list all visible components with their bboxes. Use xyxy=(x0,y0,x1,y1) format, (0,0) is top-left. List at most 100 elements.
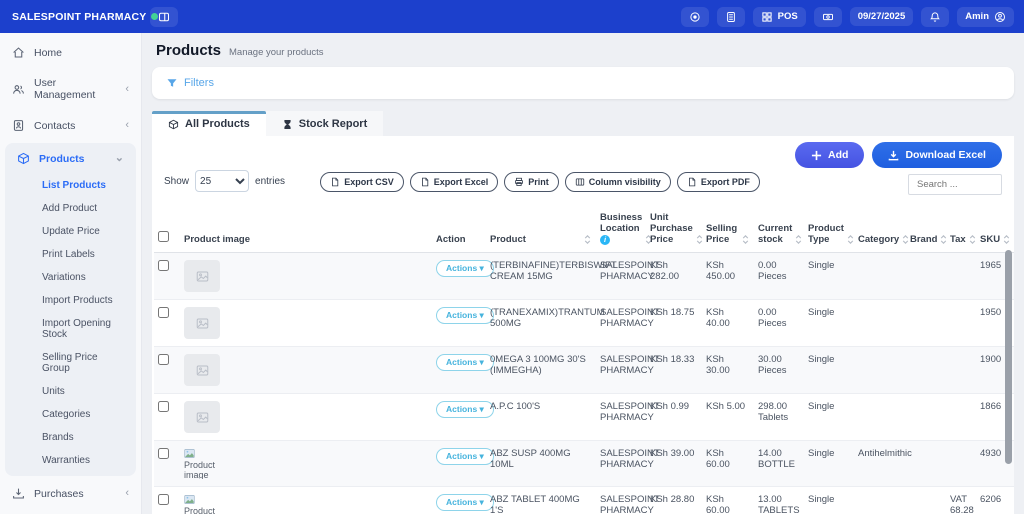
row-checkbox[interactable] xyxy=(158,354,169,365)
table-controls: Show 25 entries Export CSVExport ExcelPr… xyxy=(152,136,1014,208)
cell-business-location: SALESPOINT PHARMACY xyxy=(596,394,646,441)
info-icon[interactable]: i xyxy=(600,235,610,245)
tab-all-products[interactable]: All Products xyxy=(152,111,266,136)
image-icon xyxy=(196,364,209,377)
column-header-product[interactable]: Product xyxy=(486,208,596,253)
select-all-checkbox[interactable] xyxy=(158,231,169,242)
notifications-button[interactable] xyxy=(921,7,949,27)
cash-register-button[interactable] xyxy=(814,7,842,27)
column-header-action: Action xyxy=(432,208,486,253)
sidebar-subitem-import-opening-stock[interactable]: Import Opening Stock xyxy=(5,312,136,346)
sort-icon[interactable] xyxy=(794,234,803,245)
cell-unit-purchase-price: KSh 39.00 xyxy=(646,441,702,487)
sidebar-subitem-categories[interactable]: Categories xyxy=(5,403,136,426)
column-header-selling-price[interactable]: Selling Price xyxy=(702,208,754,253)
target-button[interactable] xyxy=(681,7,709,27)
table-row: ProductimageActions ▾ABZ TABLET 400MG 1'… xyxy=(154,487,1014,514)
tab-stock-report[interactable]: Stock Report xyxy=(266,111,383,136)
row-checkbox[interactable] xyxy=(158,401,169,412)
pos-button[interactable]: POS xyxy=(753,7,806,27)
export-excel-button[interactable]: Export Excel xyxy=(410,172,499,192)
user-menu-button[interactable]: Amin xyxy=(957,7,1014,27)
add-button[interactable]: Add xyxy=(795,142,864,168)
sidebar-subitem-warranties[interactable]: Warranties xyxy=(5,449,136,472)
home-icon xyxy=(12,46,25,59)
sort-icon[interactable] xyxy=(583,234,592,245)
row-actions-button[interactable]: Actions ▾ xyxy=(436,354,494,371)
date-display[interactable]: 09/27/2025 xyxy=(850,7,914,26)
column-header-business-location[interactable]: Business Location i xyxy=(596,208,646,253)
chevron-left-icon: ‹ xyxy=(125,84,129,95)
cell-product: ABZ TABLET 400MG 1'S xyxy=(486,487,596,514)
column-visibility-button[interactable]: Column visibility xyxy=(565,172,671,192)
column-header-brand[interactable]: Brand xyxy=(906,208,946,253)
row-actions-button[interactable]: Actions ▾ xyxy=(436,260,494,277)
sort-icon[interactable] xyxy=(695,234,704,245)
sidebar-item-label: Products xyxy=(39,153,85,165)
sidebar-subitem-variations[interactable]: Variations xyxy=(5,266,136,289)
sort-icon[interactable] xyxy=(846,234,855,245)
sidebar-subitem-selling-price-group[interactable]: Selling Price Group xyxy=(5,346,136,380)
sidebar-toggle-button[interactable] xyxy=(150,7,178,27)
sort-icon[interactable] xyxy=(901,234,910,245)
sidebar-subitem-import-products[interactable]: Import Products xyxy=(5,289,136,312)
plus-icon xyxy=(811,150,822,161)
row-checkbox[interactable] xyxy=(158,307,169,318)
row-checkbox[interactable] xyxy=(158,494,169,505)
row-actions-button[interactable]: Actions ▾ xyxy=(436,307,494,324)
export-csv-button[interactable]: Export CSV xyxy=(320,172,404,192)
row-actions-button[interactable]: Actions ▾ xyxy=(436,494,494,511)
column-header-tax[interactable]: Tax xyxy=(946,208,976,253)
sidebar-item-sell[interactable]: Sell‹ xyxy=(0,509,141,514)
sort-icon[interactable] xyxy=(968,234,977,245)
brand-name: SALESPOINT PHARMACY xyxy=(12,11,146,23)
print-button[interactable]: Print xyxy=(504,172,559,192)
table-scrollbar[interactable] xyxy=(1005,250,1012,464)
cell-product-type: Single xyxy=(804,347,854,394)
select-all-header xyxy=(154,208,180,253)
product-image-placeholder xyxy=(184,307,220,339)
columns-icon xyxy=(575,177,585,187)
cube-icon xyxy=(168,119,179,130)
column-header-sku[interactable]: SKU xyxy=(976,208,1014,253)
chevron-left-icon: ‹ xyxy=(125,120,129,131)
sidebar-subitem-brands[interactable]: Brands xyxy=(5,426,136,449)
image-icon xyxy=(196,411,209,424)
column-header-category[interactable]: Category xyxy=(854,208,906,253)
page-size-select[interactable]: 25 xyxy=(195,170,249,192)
search-input[interactable] xyxy=(908,174,1002,195)
cell-product: 0MEGA 3 100MG 30'S (IMMEGHA) xyxy=(486,347,596,394)
row-actions-button[interactable]: Actions ▾ xyxy=(436,401,494,418)
calculator-button[interactable] xyxy=(717,7,745,27)
cell-brand xyxy=(906,394,946,441)
sidebar-item-products[interactable]: Products⌄ xyxy=(5,143,136,174)
sort-icon[interactable] xyxy=(741,234,750,245)
sort-icon[interactable] xyxy=(939,234,948,245)
file-icon xyxy=(330,177,340,187)
row-checkbox[interactable] xyxy=(158,448,169,459)
column-header-product-type[interactable]: Product Type xyxy=(804,208,854,253)
sidebar-subitem-update-price[interactable]: Update Price xyxy=(5,220,136,243)
row-actions-button[interactable]: Actions ▾ xyxy=(436,448,494,465)
chevron-left-icon: ‹ xyxy=(125,488,129,499)
download-excel-button[interactable]: Download Excel xyxy=(872,142,1002,168)
export-pdf-button[interactable]: Export PDF xyxy=(677,172,760,192)
grid-icon xyxy=(761,11,773,23)
sort-icon[interactable] xyxy=(1002,234,1011,245)
filters-panel[interactable]: Filters xyxy=(152,67,1014,99)
sidebar-subitem-units[interactable]: Units xyxy=(5,380,136,403)
sidebar-item-home[interactable]: Home xyxy=(0,37,141,68)
sidebar-item-purchases[interactable]: Purchases‹ xyxy=(0,478,141,509)
sidebar-subitem-add-product[interactable]: Add Product xyxy=(5,197,136,220)
column-header-unit-purchase-price[interactable]: Unit Purchase Price xyxy=(646,208,702,253)
entries-label: entries xyxy=(255,176,285,187)
column-header-current-stock[interactable]: Current stock xyxy=(754,208,804,253)
cell-tax xyxy=(946,300,976,347)
sidebar-subitem-print-labels[interactable]: Print Labels xyxy=(5,243,136,266)
banknote-icon xyxy=(822,11,834,23)
row-checkbox[interactable] xyxy=(158,260,169,271)
sidebar-item-contacts[interactable]: Contacts‹ xyxy=(0,110,141,141)
sidebar-group-products: Products⌄List ProductsAdd ProductUpdate … xyxy=(5,143,136,476)
sidebar-subitem-list-products[interactable]: List Products xyxy=(5,174,136,197)
sidebar-item-user-management[interactable]: User Management‹ xyxy=(0,68,141,110)
